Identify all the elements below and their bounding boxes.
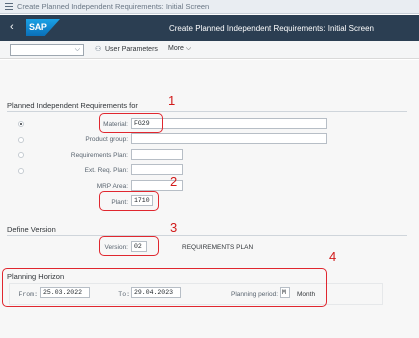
version-description: REQUIREMENTS PLAN (182, 244, 254, 251)
pir-section-title: Planned Independent Requirements for (7, 101, 138, 110)
more-button[interactable]: More ⌵ (168, 45, 191, 53)
user-parameters-label: User Parameters (105, 46, 158, 53)
transaction-dropdown[interactable]: ⌵ (10, 44, 84, 56)
shell-bar: ‹ SAP Create Planned Independent Require… (0, 15, 419, 41)
user-parameters-button[interactable]: ⚇ User Parameters (95, 45, 158, 53)
requirements-plan-input[interactable] (131, 149, 183, 160)
version-section-divider (7, 235, 407, 236)
annotation-number-2: 2 (170, 174, 178, 189)
sap-logo: SAP (26, 19, 60, 36)
radio-ext-req-plan[interactable] (18, 168, 24, 174)
radio-material[interactable] (18, 121, 24, 127)
product-group-input[interactable] (131, 133, 327, 144)
logo-text: SAP (29, 22, 47, 32)
window-title: Create Planned Independent Requirements:… (17, 2, 210, 11)
window-titlebar: Create Planned Independent Requirements:… (0, 0, 419, 14)
annotation-number-4: 4 (329, 249, 337, 264)
radio-product-group[interactable] (18, 137, 24, 143)
ext-req-plan-label: Ext. Req. Plan: (84, 167, 128, 174)
requirements-plan-label: Requirements Plan: (70, 152, 128, 159)
more-label: More (168, 45, 184, 52)
back-chevron-icon[interactable]: ‹ (10, 22, 14, 33)
highlight-plant (99, 191, 159, 211)
product-group-label: Product group: (85, 136, 128, 143)
toolbar: ⌵ ⚇ User Parameters More ⌵ (0, 41, 419, 59)
annotation-number-1: 1 (168, 93, 176, 108)
version-section-title: Define Version (7, 225, 56, 234)
annotation-number-3: 3 (170, 220, 178, 235)
hamburger-menu-icon[interactable] (5, 3, 13, 11)
highlight-material (99, 113, 163, 133)
user-parameters-icon: ⚇ (95, 46, 102, 53)
radio-requirements-plan[interactable] (18, 152, 24, 158)
more-chevron-icon: ⌵ (185, 45, 192, 52)
page-title: Create Planned Independent Requirements:… (168, 24, 374, 33)
chevron-down-icon[interactable]: ⌵ (75, 46, 80, 54)
pir-section-divider (7, 111, 407, 112)
highlight-planning-horizon (2, 268, 327, 307)
highlight-version (99, 236, 159, 256)
mrp-area-label: MRP Area: (96, 183, 128, 190)
